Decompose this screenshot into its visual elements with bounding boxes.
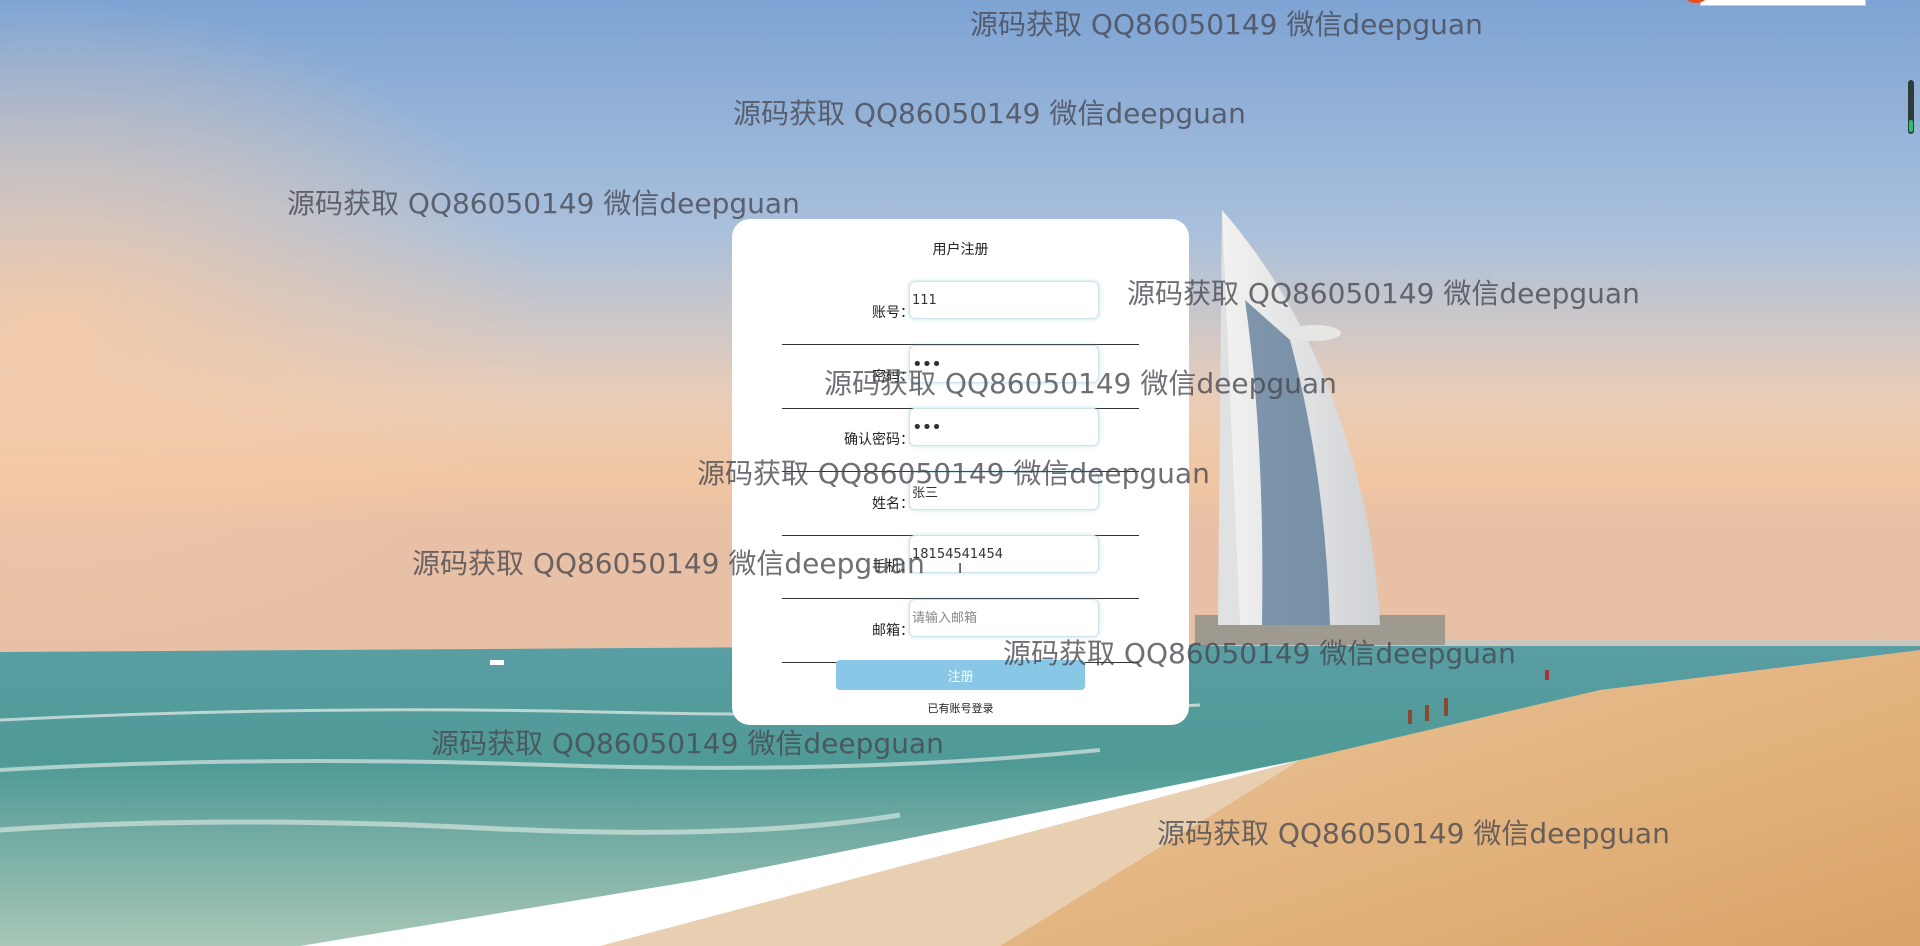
phone-input[interactable] [909, 535, 1099, 573]
corner-widget[interactable] [1685, 0, 1866, 6]
i-beam-cursor-icon: Ⅰ [958, 561, 963, 577]
page: 用户注册 账号： 密码： 确认密码： 姓名： 手机： 邮箱： 注册 已有账号登录 [0, 0, 1920, 946]
account-input[interactable] [909, 281, 1099, 319]
confirm-password-row: 确认密码： [782, 408, 1139, 472]
password-input[interactable] [909, 345, 1099, 383]
register-card: 用户注册 账号： 密码： 确认密码： 姓名： 手机： 邮箱： 注册 已有账号登录 [732, 219, 1189, 725]
name-input[interactable] [909, 472, 1099, 510]
account-row: 账号： [782, 281, 1139, 345]
account-label: 账号： [872, 305, 914, 321]
confirm-password-label: 确认密码： [844, 432, 914, 448]
form-title: 用户注册 [932, 242, 989, 258]
email-row: 邮箱： [782, 599, 1139, 663]
email-label: 邮箱： [872, 623, 914, 639]
scroll-indicator[interactable] [1908, 80, 1914, 134]
confirm-password-input[interactable] [909, 408, 1099, 446]
name-label: 姓名： [872, 496, 914, 512]
password-label: 密码： [872, 369, 914, 385]
register-button[interactable]: 注册 [836, 660, 1085, 690]
email-input[interactable] [909, 599, 1099, 637]
phone-label: 手机： [872, 559, 914, 575]
name-row: 姓名： [782, 472, 1139, 536]
password-row: 密码： [782, 345, 1139, 409]
login-link[interactable]: 已有账号登录 [732, 700, 1189, 716]
